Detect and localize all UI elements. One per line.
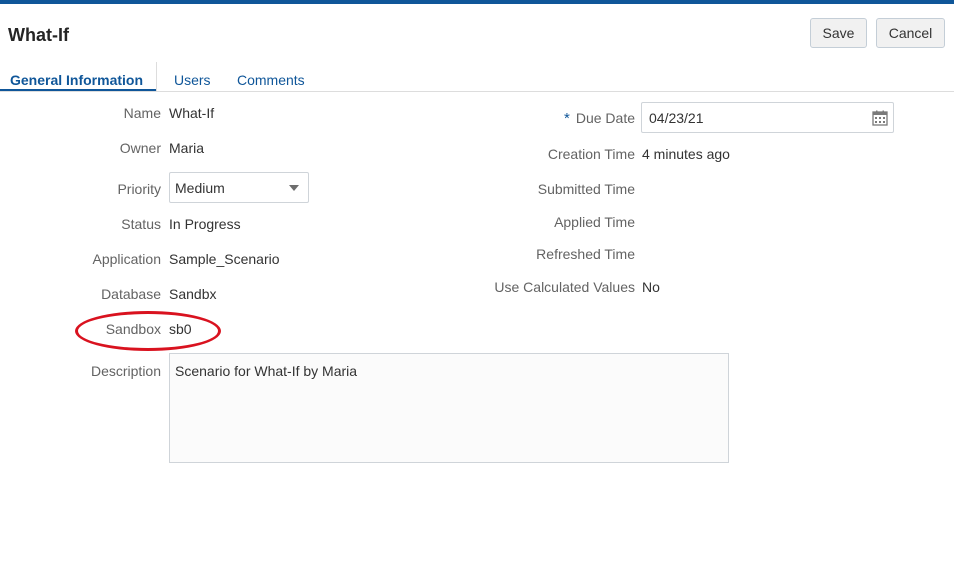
database-label: Database (101, 286, 161, 302)
save-button[interactable]: Save (810, 18, 867, 48)
name-value: What-If (169, 105, 215, 121)
status-label: Status (121, 216, 161, 232)
creation-time-label: Creation Time (547, 146, 635, 162)
use-calculated-values-label: Use Calculated Values (494, 279, 635, 295)
application-label: Application (92, 251, 162, 267)
refreshed-time-label: Refreshed Time (536, 246, 635, 262)
application-value: Sample_Scenario (169, 251, 280, 267)
cancel-button[interactable]: Cancel (876, 18, 945, 48)
name-label: Name (123, 105, 161, 121)
page-title: What-If (8, 25, 69, 45)
status-value: In Progress (169, 216, 241, 232)
description-label: Description (90, 363, 161, 379)
use-calculated-values-value: No (642, 279, 660, 295)
tabs-divider-line (0, 91, 954, 92)
applied-time-label: Applied Time (554, 214, 635, 230)
database-value: Sandbx (169, 286, 217, 302)
due-date-value: 04/23/21 (649, 110, 704, 126)
due-date-label-text: Due Date (575, 110, 635, 126)
chevron-down-icon (289, 185, 299, 191)
description-textarea[interactable]: Scenario for What-If by Maria (169, 353, 729, 463)
tab-general-information[interactable]: General Information (10, 72, 143, 88)
top-accent-bar (0, 0, 954, 4)
priority-select[interactable]: Medium (169, 172, 309, 203)
tab-divider (156, 62, 157, 92)
description-text: Scenario for What-If by Maria (175, 363, 358, 379)
tab-comments[interactable]: Comments (237, 72, 305, 88)
submitted-time-label: Submitted Time (537, 181, 635, 197)
priority-label: Priority (117, 181, 161, 197)
priority-selected-value: Medium (175, 180, 225, 196)
owner-value: Maria (169, 140, 205, 156)
calendar-icon[interactable] (872, 110, 888, 126)
due-date-input[interactable]: 04/23/21 (641, 102, 894, 133)
sandbox-highlight-circle (75, 311, 221, 351)
owner-label: Owner (119, 140, 161, 156)
tab-users[interactable]: Users (174, 72, 211, 88)
due-date-label: * Due Date (564, 110, 635, 127)
creation-time-value: 4 minutes ago (642, 146, 730, 162)
required-asterisk: * (564, 110, 570, 127)
